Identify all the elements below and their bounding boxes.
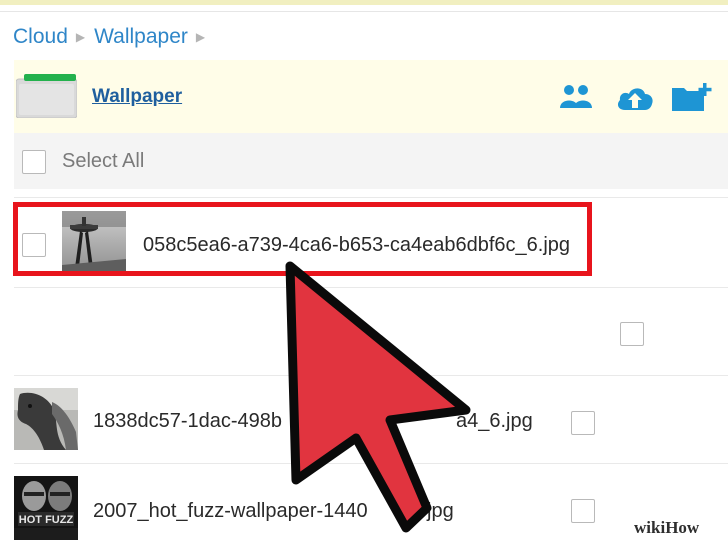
row-divider bbox=[14, 197, 728, 198]
share-users-icon[interactable] bbox=[560, 84, 592, 110]
thumbnail-space-needle bbox=[62, 211, 126, 275]
folder-header: Wallpaper bbox=[14, 60, 728, 133]
folder-title-link[interactable]: Wallpaper bbox=[92, 86, 182, 108]
thumbnail-horse bbox=[14, 388, 78, 450]
top-divider bbox=[0, 11, 728, 12]
wikihow-watermark: wikiHow bbox=[634, 518, 700, 537]
file-row[interactable]: HOT FUZZ 2007_hot_fuzz-wallpaper-1440 jp… bbox=[0, 464, 728, 546]
breadcrumb-separator-icon: ▶ bbox=[75, 30, 86, 44]
select-all-checkbox[interactable] bbox=[22, 150, 46, 174]
upload-cloud-icon[interactable] bbox=[616, 84, 654, 112]
breadcrumb-cloud[interactable]: Cloud bbox=[13, 25, 68, 49]
file-name-tail: jpg bbox=[427, 500, 454, 522]
file-checkbox[interactable] bbox=[571, 411, 595, 435]
file-name[interactable]: 1838dc57-1dac-498b bbox=[93, 410, 282, 433]
breadcrumb-separator-icon: ▶ bbox=[195, 30, 206, 44]
poster-title: HOT FUZZ bbox=[19, 514, 74, 526]
new-folder-icon[interactable] bbox=[670, 82, 714, 112]
file-row[interactable] bbox=[0, 288, 728, 374]
file-name[interactable]: 2007_hot_fuzz-wallpaper-1440 bbox=[93, 500, 368, 523]
breadcrumb: Cloud ▶ Wallpaper ▶ bbox=[13, 24, 214, 50]
file-name[interactable]: 058c5ea6-a739-4ca6-b653-ca4eab6dbf6c_6.j… bbox=[143, 234, 570, 257]
select-all-label[interactable]: Select All bbox=[62, 150, 144, 173]
top-accent-strip bbox=[0, 0, 728, 5]
file-checkbox[interactable] bbox=[571, 499, 595, 523]
file-checkbox[interactable] bbox=[22, 233, 46, 257]
file-row[interactable]: 058c5ea6-a739-4ca6-b653-ca4eab6dbf6c_6.j… bbox=[0, 200, 728, 286]
folder-icon bbox=[16, 74, 77, 118]
file-row[interactable]: 1838dc57-1dac-498b a4_6.jpg bbox=[0, 376, 728, 462]
thumbnail-movie-poster: HOT FUZZ bbox=[14, 476, 78, 540]
breadcrumb-wallpaper[interactable]: Wallpaper bbox=[94, 25, 188, 49]
file-name-tail: a4_6.jpg bbox=[456, 410, 533, 432]
select-all-bar: Select All bbox=[14, 133, 728, 189]
file-checkbox[interactable] bbox=[620, 322, 644, 346]
